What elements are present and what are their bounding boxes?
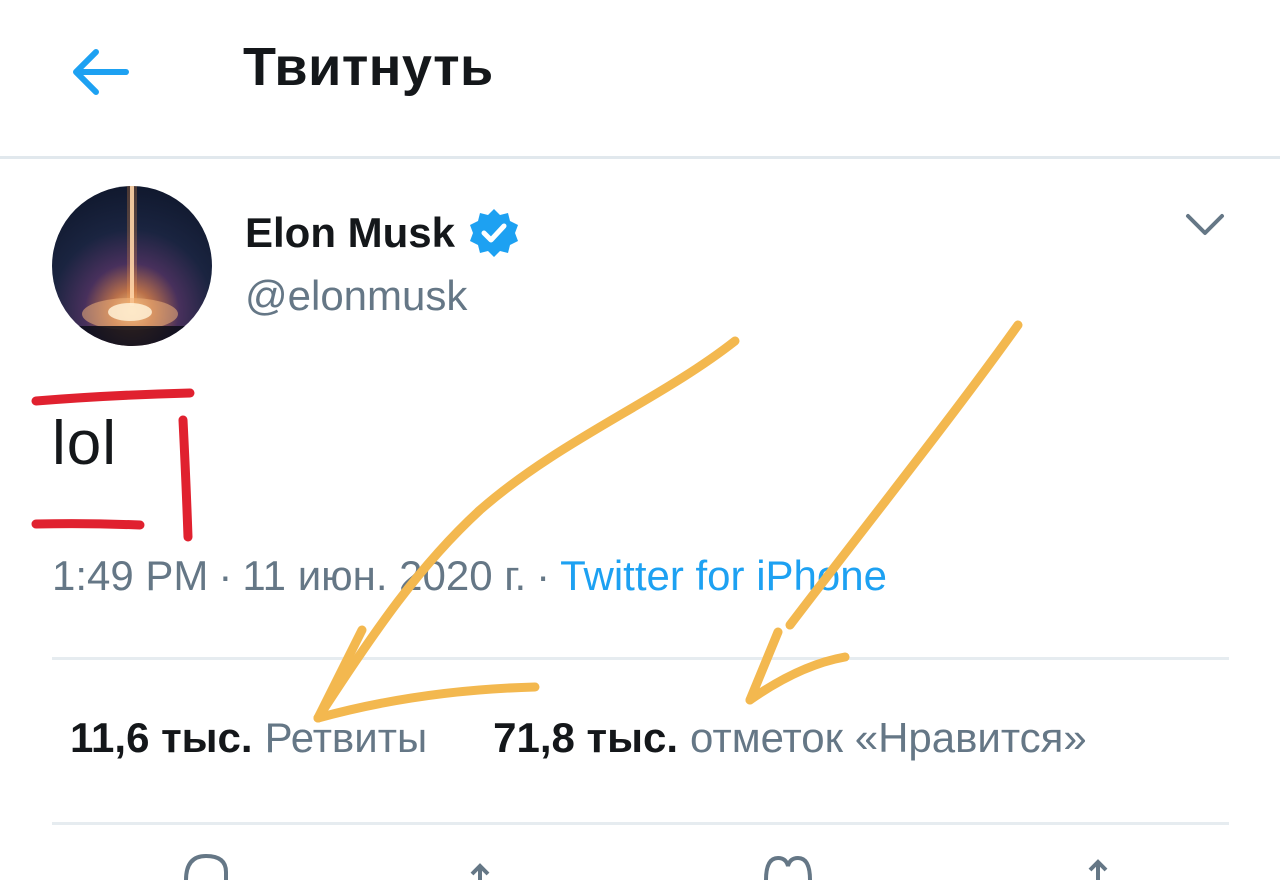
- divider: [52, 657, 1229, 660]
- likes-stat[interactable]: 71,8 тыс. отметок «Нравится»: [493, 714, 1087, 762]
- like-icon: [764, 855, 812, 881]
- verified-badge-icon: [470, 209, 519, 257]
- author-name[interactable]: Elon Musk: [245, 209, 455, 257]
- tweet-text: lol: [52, 409, 118, 478]
- share-button[interactable]: [1068, 850, 1128, 880]
- tweet-stats: 11,6 тыс. Ретвиты 71,8 тыс. отметок «Нравит…: [70, 714, 1087, 762]
- author-name-line: Elon Musk: [245, 206, 521, 260]
- reply-icon: [184, 853, 228, 881]
- tweet-meta: 1:49 PM · 11 июн. 2020 г. · Twitter for iPho…: [52, 552, 887, 600]
- share-icon: [1088, 859, 1108, 880]
- page-title: Твитнуть: [243, 37, 494, 97]
- likes-count: 71,8 тыс.: [493, 714, 679, 761]
- back-button[interactable]: [66, 44, 132, 100]
- retweet-icon: [470, 863, 490, 880]
- rocket-launch-image: [52, 186, 212, 346]
- avatar[interactable]: [52, 186, 212, 346]
- like-button[interactable]: [758, 850, 818, 881]
- tweet-time: 1:49 PM: [52, 552, 209, 599]
- retweets-label: Ретвиты: [264, 714, 428, 761]
- retweet-button[interactable]: [466, 850, 526, 880]
- retweets-count: 11,6 тыс.: [70, 714, 253, 761]
- tweet-date[interactable]: 11 июн. 2020 г.: [242, 552, 526, 599]
- meta-separator: ·: [536, 552, 551, 599]
- retweets-stat[interactable]: 11,6 тыс. Ретвиты: [70, 714, 427, 762]
- action-bar: [0, 850, 1280, 881]
- meta-separator: ·: [218, 552, 233, 599]
- author-handle[interactable]: @elonmusk: [245, 272, 467, 320]
- tweet-menu-button[interactable]: [1182, 206, 1228, 246]
- tweet-source-link[interactable]: Twitter for iPhone: [560, 552, 887, 599]
- likes-label: отметок «Нравится»: [690, 714, 1087, 761]
- reply-button[interactable]: [176, 850, 236, 881]
- chevron-down-icon: [1186, 214, 1224, 235]
- divider: [52, 822, 1229, 825]
- top-bar: Твитнуть: [0, 0, 1280, 159]
- arrow-left-icon: [73, 49, 129, 95]
